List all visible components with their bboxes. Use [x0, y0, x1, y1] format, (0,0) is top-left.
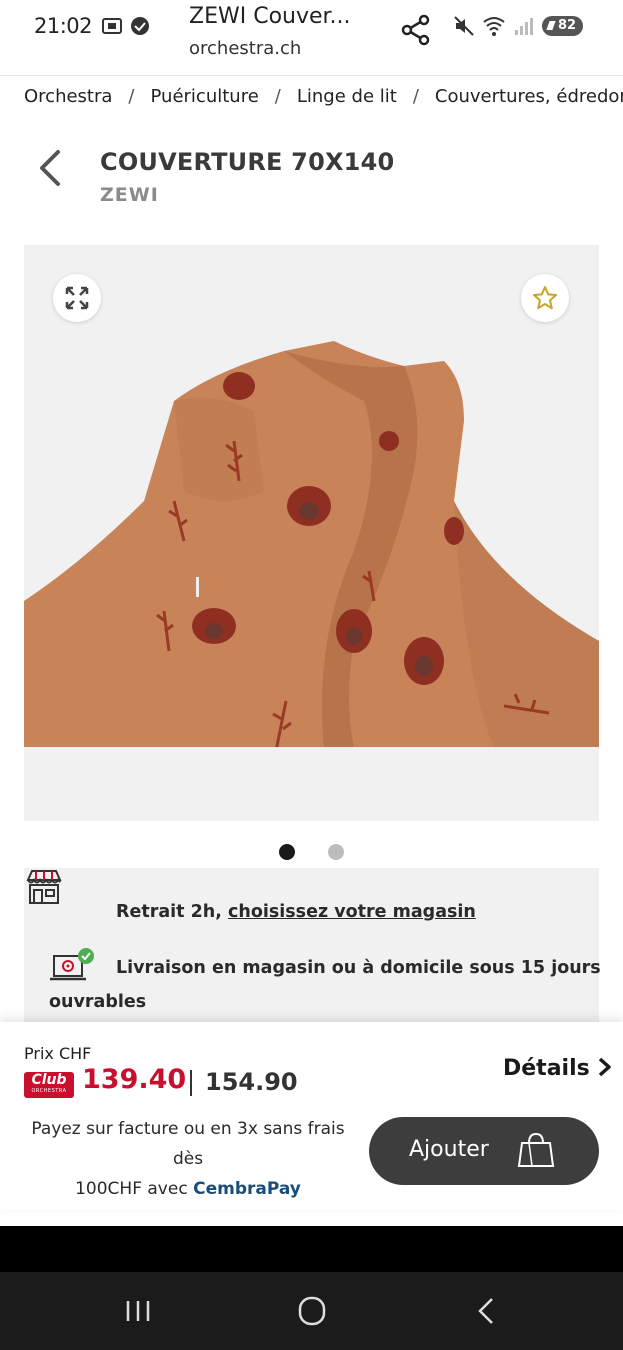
cembrapay-brand: CembraPay	[193, 1179, 301, 1199]
system-strip	[0, 1226, 623, 1272]
laptop-check-icon	[50, 948, 94, 981]
price-label: Prix CHF	[24, 1044, 92, 1063]
breadcrumb-separator: /	[274, 86, 281, 107]
pickup-info: Retrait 2h, choisissez votre magasin	[116, 902, 476, 922]
delivery-info: Retrait 2h, choisissez votre magasin Liv…	[24, 868, 601, 1028]
regular-price: 154.90	[205, 1068, 298, 1096]
home-icon[interactable]	[292, 1294, 332, 1328]
club-badge-sub: ORCHESTRA	[31, 1088, 67, 1094]
pickup-prefix: Retrait 2h,	[116, 902, 222, 922]
back-icon[interactable]	[466, 1294, 506, 1328]
payment-line1: Payez sur facture ou en 3x sans frais dè…	[31, 1119, 345, 1169]
product-brand[interactable]: ZEWI	[100, 184, 159, 206]
back-chevron-icon[interactable]	[36, 148, 64, 188]
details-link[interactable]: Détails	[503, 1056, 614, 1081]
club-price: 139.40	[82, 1064, 187, 1095]
shipping-info-cont: ouvrables	[49, 992, 147, 1012]
expand-icon	[65, 286, 89, 310]
wifi-icon	[483, 17, 505, 36]
gallery-dot-active[interactable]	[279, 844, 295, 860]
signal-icon	[515, 18, 533, 35]
price-divider	[190, 1070, 192, 1096]
breadcrumb-separator: /	[128, 86, 135, 107]
mute-icon	[454, 16, 474, 36]
screenshot-icon	[102, 18, 122, 34]
status-icons-right: 82	[452, 14, 584, 38]
purchase-bar: Prix CHF Club ORCHESTRA 139.40 154.90 Dé…	[0, 1022, 623, 1210]
payment-line2: 100CHF avec	[75, 1179, 188, 1199]
battery-indicator: 82	[542, 16, 584, 36]
browser-page-title: ZEWI Couver...	[189, 4, 351, 29]
browser-top-bar: 21:02 ZEWI Couver... orchestra.ch 82	[0, 0, 623, 76]
status-time: 21:02	[34, 14, 93, 38]
breadcrumb: Orchestra / Puériculture / Linge de lit / Couv…	[24, 86, 623, 112]
add-to-cart-label: Ajouter	[409, 1137, 489, 1162]
club-badge: Club ORCHESTRA	[24, 1072, 74, 1098]
expand-button[interactable]	[53, 274, 101, 322]
system-navigation-bar	[0, 1272, 623, 1350]
club-badge-text: Club	[31, 1072, 67, 1088]
gallery-pagination	[0, 844, 623, 862]
check-circle-icon	[131, 17, 149, 35]
shopping-bag-icon	[517, 1132, 555, 1167]
breadcrumb-item[interactable]: Linge de lit	[297, 86, 397, 107]
breadcrumb-item[interactable]: Puériculture	[151, 86, 259, 107]
breadcrumb-item[interactable]: Couvertures, édredons	[435, 86, 623, 107]
recents-icon[interactable]	[118, 1294, 158, 1328]
shipping-info: Livraison en magasin ou à domicile sous …	[116, 958, 601, 978]
breadcrumb-item[interactable]: Orchestra	[24, 86, 112, 107]
product-gallery[interactable]	[24, 245, 599, 821]
gallery-dot[interactable]	[328, 844, 344, 860]
payment-info: Payez sur facture ou en 3x sans frais dè…	[18, 1114, 358, 1204]
choose-store-link[interactable]: choisissez votre magasin	[228, 902, 476, 922]
add-to-cart-button[interactable]: Ajouter	[369, 1117, 599, 1185]
chevron-right-icon	[598, 1057, 611, 1077]
product-image[interactable]	[24, 341, 599, 747]
browser-url[interactable]: orchestra.ch	[189, 38, 301, 59]
product-title: COUVERTURE 70X140	[100, 148, 395, 176]
store-icon	[26, 870, 62, 904]
favorite-button[interactable]	[521, 274, 569, 322]
share-icon[interactable]	[398, 12, 434, 48]
details-label: Détails	[503, 1056, 590, 1081]
status-icons-left	[100, 14, 154, 38]
breadcrumb-separator: /	[412, 86, 419, 107]
star-icon	[533, 286, 557, 310]
